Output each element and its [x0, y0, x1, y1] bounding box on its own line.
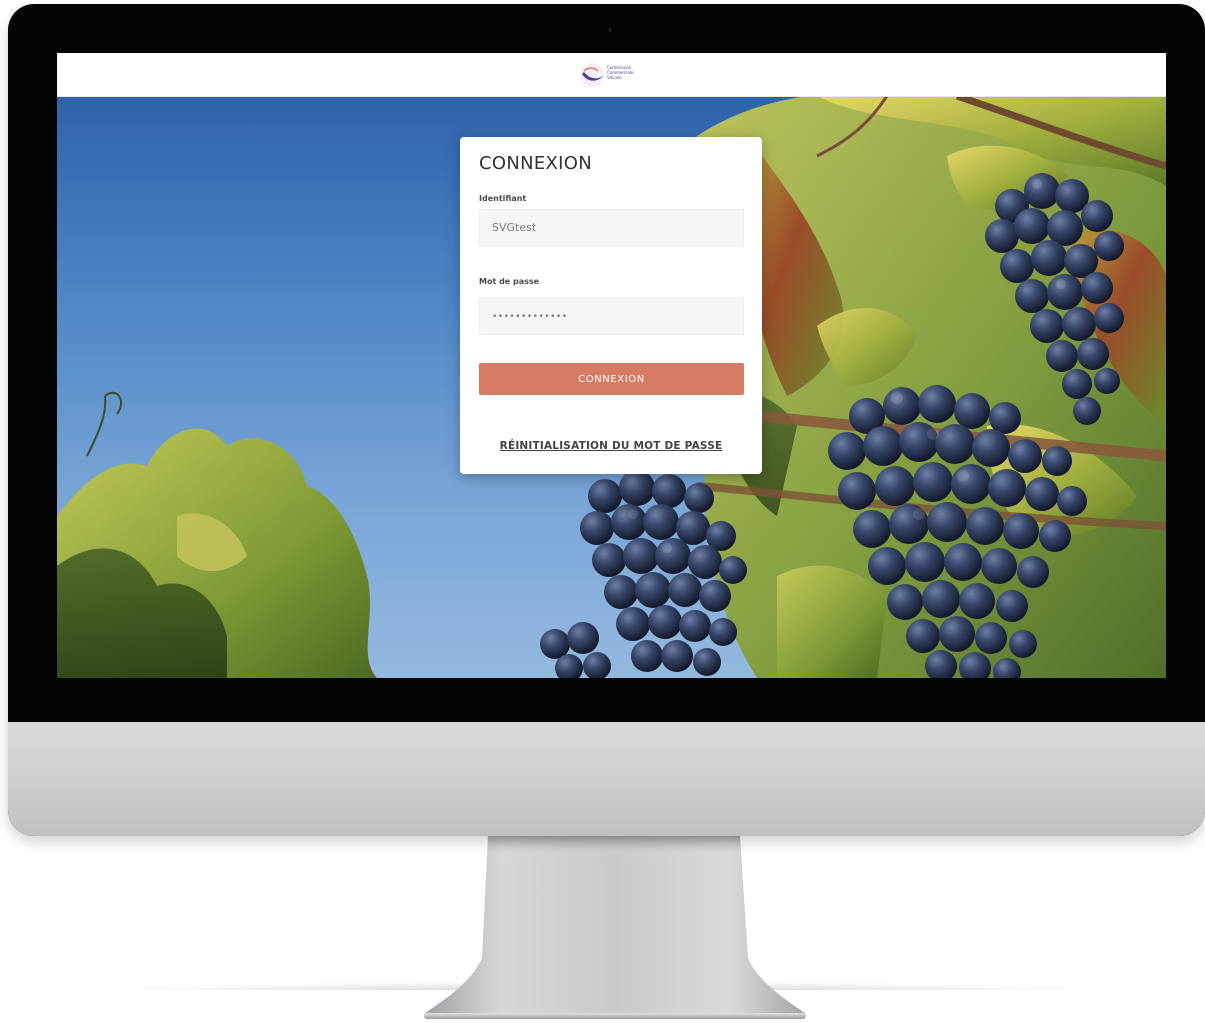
screen: Commission Commerciale Viticole CONNEXIO…	[57, 53, 1166, 678]
app-header: Commission Commerciale Viticole	[57, 53, 1166, 97]
brand-logo[interactable]: Commission Commerciale Viticole	[579, 59, 649, 91]
login-button[interactable]: CONNEXION	[479, 363, 744, 395]
username-field[interactable]	[479, 209, 744, 246]
camera-dot-icon	[608, 28, 612, 32]
password-label: Mot de passe	[479, 277, 540, 286]
monitor-chin	[8, 722, 1205, 836]
logo-wordmark: Commission Commerciale Viticole	[607, 65, 651, 80]
logo-line: Viticole	[607, 75, 622, 80]
monitor-frame: Commission Commerciale Viticole CONNEXIO…	[8, 4, 1205, 836]
password-field[interactable]	[479, 298, 744, 335]
swoosh-logo-icon	[580, 63, 604, 87]
login-title: CONNEXION	[479, 153, 593, 174]
reset-password-link[interactable]: RÉINITIALISATION DU MOT DE PASSE	[460, 440, 762, 452]
login-card: CONNEXION Identifiant Mot de passe CONNE…	[460, 137, 762, 474]
username-label: Identifiant	[479, 194, 527, 203]
monitor-mockup: Commission Commerciale Viticole CONNEXIO…	[0, 0, 1205, 1023]
